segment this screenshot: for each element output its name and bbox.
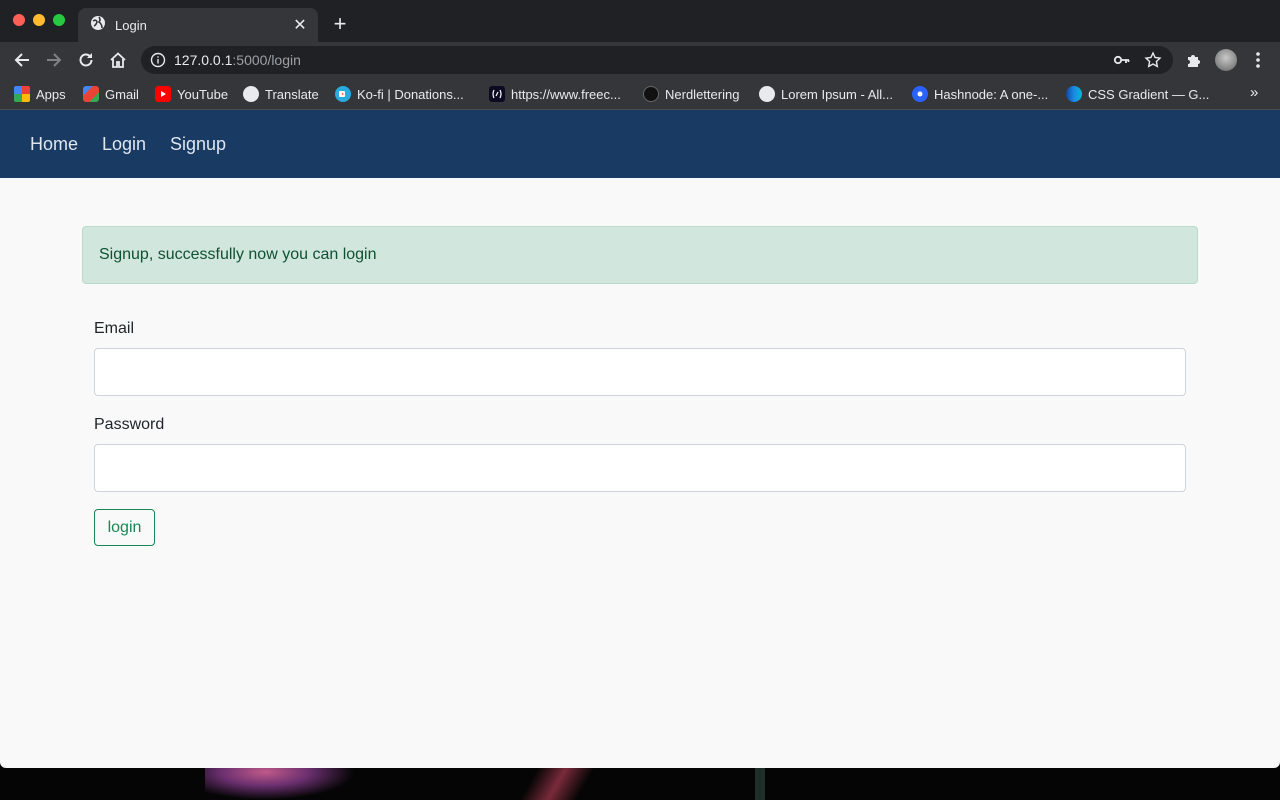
bookmark-kofi[interactable]: Ko-fi | Donations... bbox=[335, 84, 464, 104]
apps-grid-icon bbox=[14, 86, 30, 102]
tab-strip: Login ✕ + bbox=[0, 0, 1280, 42]
site-navbar: Home Login Signup bbox=[0, 110, 1280, 178]
bookmark-gmail[interactable]: Gmail bbox=[83, 84, 139, 104]
email-label: Email bbox=[94, 320, 135, 337]
extensions-puzzle-icon[interactable] bbox=[1182, 48, 1206, 72]
hashnode-icon bbox=[912, 86, 928, 102]
bookmark-star-icon[interactable] bbox=[1144, 51, 1162, 74]
maximize-window-button[interactable] bbox=[53, 14, 65, 26]
back-arrow-icon[interactable] bbox=[10, 48, 34, 72]
css-gradient-icon bbox=[1066, 86, 1082, 102]
globe-icon bbox=[759, 86, 775, 102]
success-alert: Signup, successfully now you can login bbox=[82, 226, 1198, 284]
close-window-button[interactable] bbox=[13, 14, 25, 26]
nav-link-home[interactable]: Home bbox=[30, 134, 78, 155]
more-menu-icon[interactable] bbox=[1246, 48, 1270, 72]
login-button[interactable]: login bbox=[94, 509, 155, 546]
url-text: 127.0.0.1:5000/login bbox=[174, 52, 301, 68]
email-field[interactable] bbox=[94, 348, 1186, 396]
freecodecamp-icon bbox=[489, 86, 505, 102]
gmail-icon bbox=[83, 86, 99, 102]
globe-icon bbox=[90, 15, 106, 36]
youtube-icon bbox=[155, 86, 171, 102]
browser-window: Login ✕ + 127.0.0.1:5000/login Apps Gmai… bbox=[0, 0, 1280, 768]
nav-link-login[interactable]: Login bbox=[102, 134, 146, 155]
kofi-icon bbox=[335, 86, 351, 102]
bookmark-nerdlettering[interactable]: Nerdlettering bbox=[643, 84, 739, 104]
home-icon[interactable] bbox=[106, 48, 130, 72]
password-label: Password bbox=[94, 416, 165, 433]
reload-icon[interactable] bbox=[74, 48, 98, 72]
info-icon[interactable] bbox=[150, 52, 166, 73]
bookmark-freecodecamp[interactable]: https://www.freec... bbox=[489, 84, 621, 104]
bookmark-translate[interactable]: Translate bbox=[243, 84, 319, 104]
bookmark-youtube[interactable]: YouTube bbox=[155, 84, 228, 104]
close-tab-icon[interactable]: ✕ bbox=[290, 15, 310, 35]
globe-icon bbox=[243, 86, 259, 102]
profile-avatar[interactable] bbox=[1215, 49, 1237, 71]
key-icon[interactable] bbox=[1113, 51, 1131, 74]
browser-toolbar: 127.0.0.1:5000/login bbox=[0, 42, 1280, 78]
tab-title: Login bbox=[115, 17, 147, 33]
bookmark-apps[interactable]: Apps bbox=[14, 84, 66, 104]
chevron-double-right-icon[interactable]: » bbox=[1250, 84, 1258, 101]
nav-link-signup[interactable]: Signup bbox=[170, 134, 226, 155]
password-field[interactable] bbox=[94, 444, 1186, 492]
minimize-window-button[interactable] bbox=[33, 14, 45, 26]
bookmark-hashnode[interactable]: Hashnode: A one-... bbox=[912, 84, 1048, 104]
forward-arrow-icon[interactable] bbox=[42, 48, 66, 72]
alert-message: Signup, successfully now you can login bbox=[99, 246, 377, 263]
bookmark-lorem-ipsum[interactable]: Lorem Ipsum - All... bbox=[759, 84, 893, 104]
browser-tab[interactable]: Login ✕ bbox=[78, 8, 318, 42]
address-bar[interactable]: 127.0.0.1:5000/login bbox=[141, 46, 1173, 74]
nerdlettering-icon bbox=[643, 86, 659, 102]
bookmarks-bar: Apps Gmail YouTube Translate Ko-fi | Don… bbox=[0, 78, 1280, 110]
bookmark-css-gradient[interactable]: CSS Gradient — G... bbox=[1066, 84, 1209, 104]
new-tab-icon[interactable]: + bbox=[329, 13, 351, 35]
